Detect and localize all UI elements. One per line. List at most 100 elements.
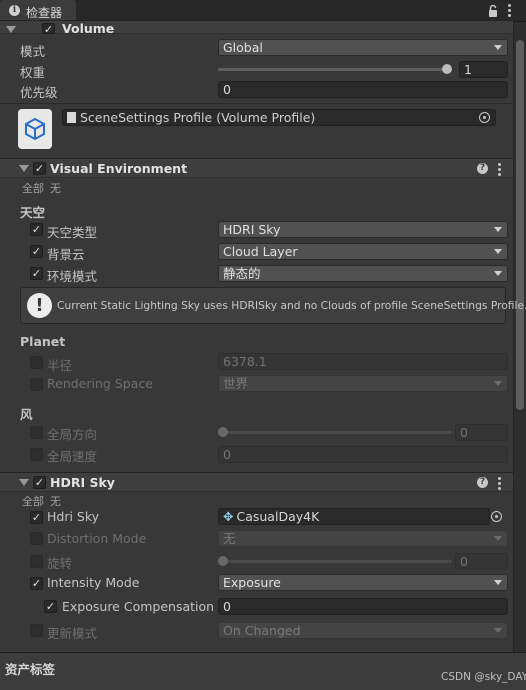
component-menu-icon[interactable] [498, 477, 502, 492]
chevron-down-icon [494, 271, 502, 276]
planet-heading: Planet [20, 334, 66, 349]
global-speed-value: 0 [223, 447, 231, 462]
select-none-link[interactable]: 无 [50, 493, 61, 509]
sky-type-dropdown[interactable]: HDRI Sky [218, 221, 508, 238]
visual-environment-foldout-icon[interactable] [19, 165, 29, 172]
update-mode-label: 更新模式 [47, 626, 98, 641]
watermark: CSDN @sky_DAYs [441, 671, 526, 683]
radius-label: 半径 [47, 358, 73, 373]
hdri-sky-label: Hdri Sky [47, 509, 100, 524]
intensity-mode-dropdown[interactable]: Exposure [218, 574, 508, 591]
exposure-compensation-label: Exposure Compensation [62, 599, 215, 614]
mode-dropdown[interactable]: Global [218, 39, 508, 56]
rotation-override-checkbox[interactable] [30, 555, 43, 568]
profile-value: SceneSettings Profile (Volume Profile) [80, 110, 316, 125]
priority-label: 优先级 [20, 85, 58, 100]
help-box-text: Current Static Lighting Sky uses HDRISky… [57, 299, 526, 312]
help-icon[interactable]: ? [477, 163, 488, 174]
global-direction-override-checkbox[interactable] [30, 426, 43, 439]
clouds-override-checkbox[interactable]: ✓ [30, 245, 43, 258]
weight-slider-track[interactable] [218, 68, 452, 71]
chevron-down-icon [494, 536, 502, 541]
global-direction-value: 0 [460, 425, 468, 440]
lock-icon[interactable] [488, 4, 498, 18]
select-all-link[interactable]: 全部 [22, 180, 44, 196]
chevron-down-icon [494, 249, 502, 254]
global-speed-override-checkbox[interactable] [30, 448, 43, 461]
radius-value: 6378.1 [223, 354, 267, 369]
global-speed-input[interactable]: 0 [218, 446, 508, 463]
tab-bar: i 检查器 [0, 0, 526, 22]
update-mode-dropdown[interactable]: On Changed [218, 622, 508, 639]
asset-labels-title: 资产标签 [5, 662, 56, 677]
ambient-mode-dropdown[interactable]: 静态的 [218, 265, 508, 282]
visual-environment-checkbox[interactable]: ✓ [33, 162, 46, 175]
exposure-override-checkbox[interactable]: ✓ [44, 600, 57, 613]
sky-type-override-checkbox[interactable]: ✓ [30, 223, 43, 236]
rotation-slider-track[interactable] [218, 560, 452, 563]
hdri-sky-override-checkbox[interactable]: ✓ [30, 511, 43, 524]
intensity-mode-override-checkbox[interactable]: ✓ [30, 577, 43, 590]
global-direction-slider-handle[interactable] [218, 427, 228, 437]
distortion-override-checkbox[interactable] [30, 532, 43, 545]
clouds-value: Cloud Layer [223, 244, 298, 259]
hdri-sky-foldout-icon[interactable] [19, 479, 29, 486]
visual-environment-header[interactable]: ✓ Visual Environment ? [0, 158, 513, 178]
priority-input[interactable]: 0 [218, 81, 508, 98]
hdri-sky-field[interactable]: ✥ CasualDay4K [218, 508, 490, 525]
global-direction-label: 全局方向 [47, 427, 98, 442]
rotation-input[interactable]: 0 [455, 553, 508, 570]
chevron-down-icon [494, 45, 502, 50]
volume-enabled-checkbox[interactable]: ✓ [42, 23, 55, 35]
mode-label: 模式 [20, 44, 46, 59]
priority-value: 0 [223, 82, 231, 97]
radius-input[interactable]: 6378.1 [218, 353, 508, 370]
volume-profile-icon [18, 109, 52, 149]
tab-menu-icon[interactable] [508, 4, 512, 19]
hdri-sky-checkbox[interactable]: ✓ [33, 476, 46, 489]
cubemap-icon: ✥ [223, 509, 234, 524]
hdri-sky-value: CasualDay4K [236, 509, 320, 524]
exposure-compensation-input[interactable]: 0 [218, 598, 508, 615]
radius-override-checkbox[interactable] [30, 356, 43, 369]
rotation-label: 旋转 [47, 556, 73, 571]
select-none-link[interactable]: 无 [50, 180, 61, 196]
select-all-link[interactable]: 全部 [22, 493, 44, 509]
help-icon[interactable]: ? [477, 477, 488, 488]
chevron-down-icon [494, 580, 502, 585]
global-direction-slider-track[interactable] [218, 431, 452, 434]
hdri-sky-title: HDRI Sky [50, 475, 115, 490]
profile-field[interactable]: SceneSettings Profile (Volume Profile) [62, 109, 496, 126]
rendering-space-dropdown[interactable]: 世界 [218, 375, 508, 392]
weight-slider-handle[interactable] [442, 64, 452, 74]
update-mode-value: On Changed [223, 623, 301, 638]
clouds-dropdown[interactable]: Cloud Layer [218, 243, 508, 260]
weight-label: 权重 [20, 65, 46, 80]
update-mode-override-checkbox[interactable] [30, 624, 43, 637]
sky-heading: 天空 [20, 205, 46, 220]
weight-input[interactable]: 1 [459, 61, 508, 78]
object-picker-icon[interactable] [479, 112, 490, 123]
file-icon [67, 112, 76, 123]
rendering-space-override-checkbox[interactable] [30, 378, 43, 391]
rendering-space-label: Rendering Space [47, 376, 153, 391]
global-direction-input[interactable]: 0 [455, 424, 508, 441]
rotation-slider-handle[interactable] [218, 556, 228, 566]
rotation-value: 0 [460, 554, 468, 569]
tab-inspector-label: 检查器 [26, 6, 63, 20]
scrollbar-thumb[interactable] [516, 40, 524, 410]
distortion-mode-dropdown[interactable]: 无 [218, 530, 508, 547]
hdri-sky-header[interactable]: ✓ HDRI Sky ? [0, 472, 513, 492]
chevron-down-icon [494, 381, 502, 386]
global-speed-label: 全局速度 [47, 449, 98, 464]
component-menu-icon[interactable] [498, 163, 502, 178]
ambient-mode-value: 静态的 [223, 266, 261, 281]
volume-header[interactable]: ✓ Volume [0, 20, 513, 36]
tab-inspector[interactable]: i 检查器 [0, 0, 76, 22]
weight-value: 1 [464, 62, 472, 77]
object-picker-icon[interactable] [491, 511, 502, 522]
distortion-mode-value: 无 [223, 531, 236, 546]
volume-foldout-icon[interactable] [6, 26, 16, 33]
ambient-override-checkbox[interactable]: ✓ [30, 267, 43, 280]
sky-type-value: HDRI Sky [223, 222, 281, 237]
